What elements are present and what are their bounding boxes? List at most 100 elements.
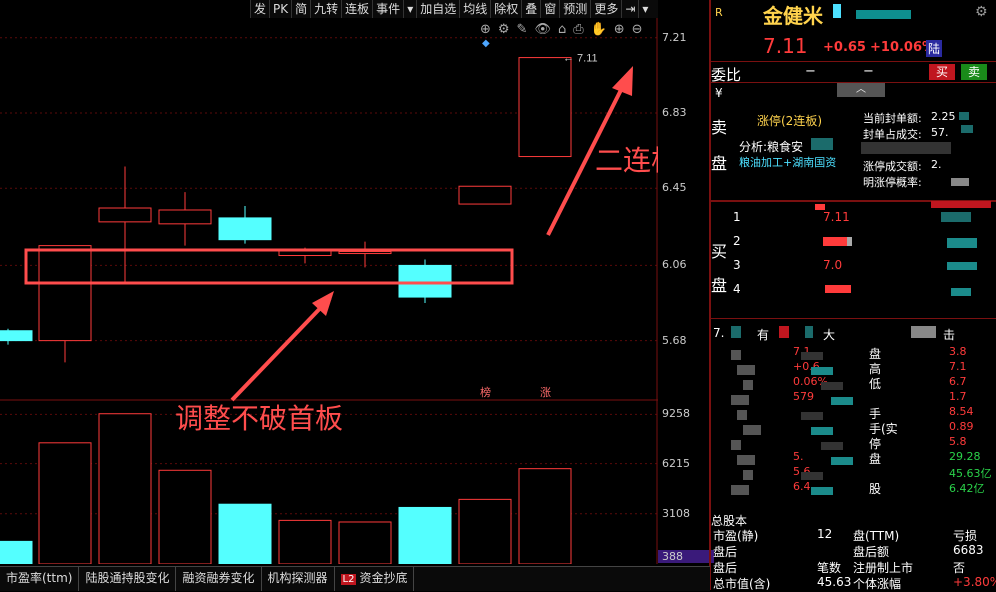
price-tick: 6.83	[662, 106, 687, 119]
detail-right: 0.89	[949, 420, 974, 433]
info-label: 涨停成交额:	[863, 160, 922, 173]
candle-body	[518, 57, 572, 158]
detail-key: 股	[869, 482, 882, 496]
toolbar-item-11[interactable]: 窗	[540, 0, 559, 18]
toolbar-item-4[interactable]: 连板	[341, 0, 372, 18]
toolbar-item-2[interactable]: 简	[291, 0, 310, 18]
detail-right: 6.42亿	[949, 482, 985, 495]
volume-bar	[38, 442, 92, 564]
detail-right: 8.54	[949, 405, 974, 418]
toolbar-item-6[interactable]: ▾	[403, 0, 416, 18]
detail-key: 盘	[869, 452, 882, 466]
indicator-tabs: 市盈率(ttm) 陆股通持股变化 融资融券变化 机构探测器 L2 资金抄底	[0, 566, 710, 591]
candle-body	[0, 330, 33, 342]
stat-value: 6683	[953, 543, 984, 557]
sell-button[interactable]: 卖	[961, 64, 987, 80]
toolbar-item-7[interactable]: 加自选	[416, 0, 459, 18]
limit-up-label: 涨停(2连板)	[757, 114, 822, 128]
chart-tools-icons[interactable]: ⊕⚙✎👁⌂⎙✋⊕⊖	[480, 22, 650, 37]
masked-block	[801, 352, 823, 360]
current-price: 7.11	[763, 34, 808, 58]
price-axis: 7.21 6.83 6.45 6.06 5.68	[658, 18, 710, 400]
stat-label: 盘后	[713, 545, 738, 559]
masked-block	[911, 326, 936, 338]
candle-body	[158, 209, 212, 225]
bid-price: 7.11	[823, 210, 850, 224]
stat-value: 亏损	[953, 529, 978, 543]
masked-block	[805, 326, 813, 338]
detail-right: 29.28	[949, 450, 981, 463]
detail-right: 45.63亿	[949, 467, 992, 480]
bid-level: 1	[733, 210, 741, 224]
indicator-tab-2[interactable]: 融资融券变化	[176, 567, 262, 591]
detail-left: 579	[793, 390, 814, 403]
candle-body	[338, 251, 392, 255]
volume-bar	[158, 469, 212, 564]
toolbar-item-15[interactable]: ▾	[638, 0, 651, 18]
analysis-text[interactable]: 分析:粮食安	[739, 138, 803, 155]
volume-bar	[398, 506, 452, 564]
buy-button[interactable]: 买	[929, 64, 955, 80]
volume-tick: 6215	[662, 456, 690, 470]
r-badge: R	[715, 6, 723, 19]
info-label: 封单占成交:	[863, 128, 922, 141]
masked-block	[847, 237, 852, 246]
stat-key: 个体涨幅	[853, 577, 902, 591]
concept-tags[interactable]: 粮油加工+湖南国资	[739, 154, 836, 170]
detail-head: 7.	[713, 326, 725, 340]
masked-block	[731, 326, 741, 338]
candle-body	[458, 185, 512, 205]
info-label: 当前封单额:	[863, 112, 922, 125]
collapse-chevron-icon[interactable]: ︿	[837, 83, 885, 97]
masked-block	[825, 285, 851, 293]
toolbar-item-0[interactable]: 发	[250, 0, 269, 18]
toolbar-item-9[interactable]: 除权	[490, 0, 521, 18]
volume-bar	[338, 521, 392, 564]
toolbar-item-14[interactable]: ⇥	[621, 0, 638, 18]
info-value: 2.25	[931, 110, 956, 123]
masked-block	[731, 395, 749, 405]
masked-block	[951, 178, 969, 186]
kline-chart[interactable]: ← 7.11 榜 涨 ◆ 调整不破首板 二连板	[0, 18, 658, 564]
last-price-label: ← 7.11	[563, 53, 598, 65]
toolbar-item-1[interactable]: PK	[269, 0, 291, 18]
toolbar-item-12[interactable]: 预测	[559, 0, 590, 18]
masked-block	[947, 262, 977, 270]
detail-right: 7.1	[949, 360, 967, 373]
stat-value: +3.80%	[953, 575, 996, 589]
toolbar-item-10[interactable]: 叠	[521, 0, 540, 18]
price-tick: 5.68	[662, 333, 687, 347]
indicator-tab-3[interactable]: 机构探测器	[262, 567, 335, 591]
volume-tick: 388	[658, 550, 714, 563]
toolbar-item-13[interactable]: 更多	[590, 0, 621, 18]
detail-head: 有	[757, 328, 770, 342]
indicator-tab-1[interactable]: 陆股通持股变化	[79, 567, 177, 591]
detail-key: 低	[869, 377, 882, 391]
price-tick: 7.21	[662, 30, 687, 44]
stat-key: 盘后额	[853, 545, 890, 559]
info-value: 57.	[931, 126, 949, 139]
detail-right: 6.7	[949, 375, 967, 388]
masked-block	[737, 455, 755, 465]
masked-block	[959, 112, 969, 120]
detail-head: 击	[943, 328, 956, 342]
detail-left: 6.4	[793, 480, 811, 493]
price-change: +0.65	[823, 40, 866, 55]
toolbar-item-5[interactable]: 事件	[372, 0, 403, 18]
toolbar-item-3[interactable]: 九转	[310, 0, 341, 18]
settings-gear-icon[interactable]: ⚙	[975, 4, 988, 20]
masked-block	[737, 365, 755, 375]
volume-axis: 9258 6215 3108 388	[658, 400, 714, 566]
toolbar-item-8[interactable]: 均线	[459, 0, 490, 18]
candle-body	[38, 245, 92, 342]
event-badge: 涨	[540, 386, 551, 399]
volume-bar	[0, 540, 33, 564]
detail-left: 5.	[793, 450, 804, 463]
masked-block	[823, 237, 849, 246]
masked-block	[811, 367, 833, 375]
price-tick: 6.06	[662, 258, 687, 272]
indicator-tab-0[interactable]: 市盈率(ttm)	[0, 567, 80, 591]
candle-body	[398, 264, 452, 298]
indicator-tab-4[interactable]: L2 资金抄底	[335, 567, 415, 591]
event-badge: 榜	[480, 385, 491, 399]
